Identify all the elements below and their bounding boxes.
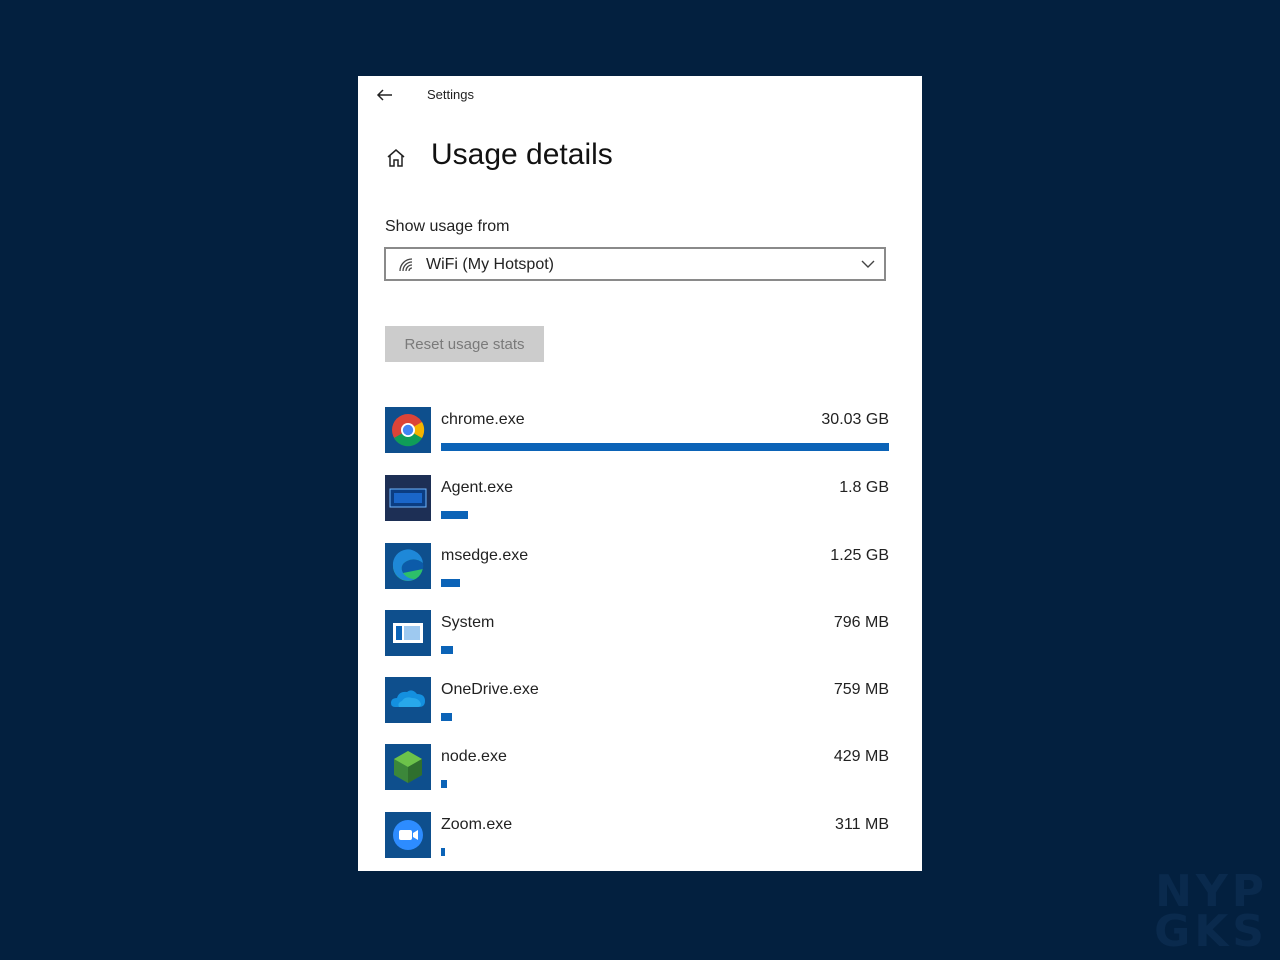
app-name: msedge.exe <box>441 547 529 564</box>
app-name: chrome.exe <box>441 411 525 428</box>
agent-icon <box>385 475 431 521</box>
window-title: Settings <box>427 87 474 102</box>
app-size: 311 MB <box>835 816 889 833</box>
zoom-icon <box>385 812 431 858</box>
app-name: node.exe <box>441 748 507 765</box>
usage-bar <box>441 848 889 856</box>
usage-bar-fill <box>441 579 460 587</box>
watermark-logo: NYP GKS <box>1154 870 1268 957</box>
reset-usage-button[interactable]: Reset usage stats <box>385 326 544 362</box>
node-icon <box>385 744 431 790</box>
app-size: 1.8 GB <box>839 479 889 496</box>
edge-icon <box>385 543 431 589</box>
app-size: 30.03 GB <box>821 411 889 428</box>
back-arrow-icon[interactable] <box>372 82 398 108</box>
app-row-onedrive[interactable]: OneDrive.exe 759 MB <box>385 677 889 733</box>
app-name: System <box>441 614 495 631</box>
app-row-system[interactable]: System 796 MB <box>385 610 889 666</box>
usage-bar <box>441 780 889 788</box>
onedrive-icon <box>385 677 431 723</box>
app-name: Zoom.exe <box>441 816 513 833</box>
usage-bar <box>441 646 889 654</box>
title-bar: Settings <box>358 76 922 114</box>
show-usage-label: Show usage from <box>385 218 510 235</box>
app-size: 796 MB <box>833 614 889 631</box>
home-icon[interactable] <box>385 147 407 169</box>
app-row-agent[interactable]: Agent.exe 1.8 GB <box>385 475 889 531</box>
usage-bar-fill <box>441 511 468 519</box>
usage-bar <box>441 443 889 451</box>
system-icon <box>385 610 431 656</box>
usage-bar-fill <box>441 646 453 654</box>
app-name: OneDrive.exe <box>441 681 539 698</box>
wifi-icon <box>399 258 413 272</box>
usage-bar <box>441 579 889 587</box>
app-row-chrome[interactable]: chrome.exe 30.03 GB <box>385 407 889 463</box>
chrome-icon <box>385 407 431 453</box>
app-size: 429 MB <box>833 748 889 765</box>
app-row-zoom[interactable]: Zoom.exe 311 MB <box>385 812 889 868</box>
network-select-value: WiFi (My Hotspot) <box>426 256 554 273</box>
app-row-msedge[interactable]: msedge.exe 1.25 GB <box>385 543 889 599</box>
usage-bar-fill <box>441 780 447 788</box>
network-select[interactable]: WiFi (My Hotspot) <box>384 247 886 281</box>
usage-bar-fill <box>441 443 889 451</box>
settings-window: Settings Usage details Show usage from W… <box>358 76 922 871</box>
usage-bar-fill <box>441 713 452 721</box>
usage-bar-fill <box>441 848 445 856</box>
app-row-node[interactable]: node.exe 429 MB <box>385 744 889 800</box>
watermark-line-2: GKS <box>1154 906 1268 957</box>
app-size: 1.25 GB <box>830 547 889 564</box>
page-title: Usage details <box>431 138 613 171</box>
app-name: Agent.exe <box>441 479 514 496</box>
chevron-down-icon <box>861 260 875 268</box>
usage-bar <box>441 511 889 519</box>
app-size: 759 MB <box>833 681 889 698</box>
usage-bar <box>441 713 889 721</box>
